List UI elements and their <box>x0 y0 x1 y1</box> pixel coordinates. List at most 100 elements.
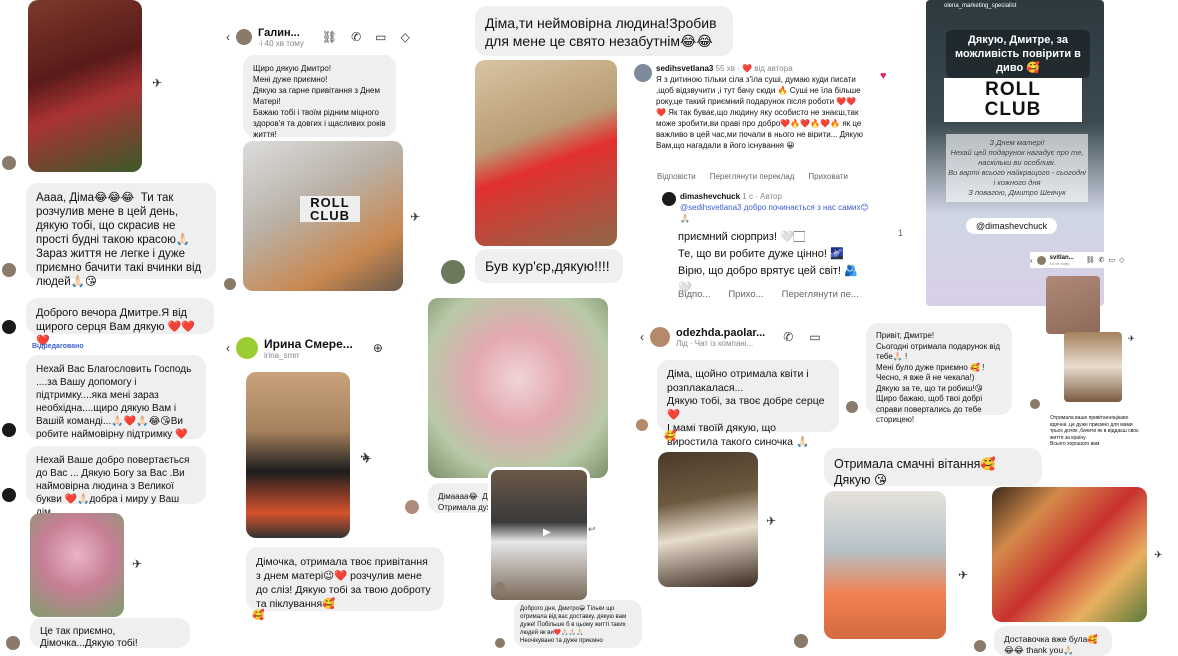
avatar <box>794 634 808 648</box>
link-icon[interactable]: ⛓ <box>1086 256 1095 264</box>
like-count: 1 <box>898 228 904 238</box>
avatar <box>495 582 505 592</box>
avatar <box>224 278 236 290</box>
avatar <box>2 423 16 437</box>
phone-icon[interactable]: ✆ <box>1099 256 1105 264</box>
message-bubble: Доставочка вже була🥰😂😂 thank you🙏🏻 <box>994 626 1112 656</box>
greeting-card: З Днем матері! Нехай цей подарунок нагад… <box>946 134 1088 202</box>
translate-link[interactable]: Переглянути пе... <box>782 289 859 300</box>
comment-meta: 1 с · Автор <box>742 192 782 201</box>
avatar <box>1036 255 1046 265</box>
avatar <box>662 192 676 206</box>
phone-icon[interactable]: ✆ <box>783 330 793 344</box>
send-icon[interactable]: ✈ <box>152 76 162 90</box>
avatar <box>636 419 648 431</box>
tag-icon[interactable]: ◇ <box>1119 256 1124 264</box>
contact-name: odezhda.paolar... <box>676 326 766 339</box>
send-icon[interactable]: ✈ <box>362 452 372 466</box>
chat-header: ‹ svitlan... 14 хв тому ⛓ ✆ ▭ ◇ <box>1030 252 1170 268</box>
avatar <box>2 320 16 334</box>
play-icon[interactable]: ▶ <box>543 527 551 538</box>
hide-link[interactable]: Приховати <box>808 172 848 181</box>
send-icon[interactable]: ✈ <box>1154 550 1162 561</box>
link-icon[interactable]: ⛓ <box>322 30 337 44</box>
reaction-emoji: 🥰 <box>252 610 265 621</box>
send-icon[interactable]: ✈ <box>766 514 776 528</box>
message-bubble: Аааа, Діма😂😂😂 Ти так розчулив мене в цей… <box>26 183 216 288</box>
reply-link[interactable]: Відповісти <box>657 172 696 181</box>
send-icon[interactable]: ✈ <box>1128 334 1135 343</box>
avatar <box>846 401 858 413</box>
back-arrow-icon[interactable]: ‹ <box>226 341 230 355</box>
message-bubble: Дімочка, отримала твоє привітання з днем… <box>246 547 444 611</box>
flowers-photo <box>28 0 142 172</box>
sushi-set-photo <box>992 487 1147 622</box>
send-icon[interactable]: ✈ <box>410 210 420 224</box>
avatar <box>1030 399 1040 409</box>
back-arrow-icon[interactable]: ‹ <box>226 30 230 44</box>
peony-bouquet-photo <box>30 513 124 617</box>
comment-meta: 55 хв · ❤️ від автора <box>715 64 793 73</box>
reply-link[interactable]: Відпо... <box>678 289 710 300</box>
chat-header: ‹ odezhda.paolar... Лід · Чат із компані… <box>640 323 840 351</box>
box-photo <box>1046 276 1100 334</box>
avatar <box>2 488 16 502</box>
avatar <box>650 327 670 347</box>
comment-mention: @sedihsvetlana3 добро починається з нас … <box>680 203 869 223</box>
send-icon[interactable]: ✈ <box>132 557 142 571</box>
video-icon[interactable]: ▭ <box>1108 256 1115 264</box>
reply-icon[interactable]: ↩ <box>588 524 596 535</box>
reaction-emoji: 🥰 <box>664 431 677 442</box>
avatar <box>441 260 465 284</box>
avatar <box>974 640 986 652</box>
story-username: olena_marketing_specialist <box>944 3 1017 9</box>
video-icon[interactable]: ▭ <box>809 330 820 344</box>
roll-club-logo: ROLL CLUB <box>300 196 360 222</box>
contact-name: Галин... <box>258 26 300 39</box>
woman-flowers-photo <box>658 452 758 587</box>
add-person-icon[interactable]: ⊕ <box>373 341 383 355</box>
message-bubble: Доброго вечора Дмитре.Я від щирого серця… <box>26 298 214 347</box>
roll-club-logo: ROLL CLUB <box>944 78 1082 122</box>
avatar <box>2 156 16 170</box>
comment-username[interactable]: sedihsvetlana3 <box>656 64 713 73</box>
comment: sedihsvetlana3 55 хв · ❤️ від автора Я з… <box>656 63 864 151</box>
phone-icon[interactable]: ✆ <box>351 30 361 44</box>
message-bubble: Отримала ваше привітанняцікаво вдячна ,ц… <box>1050 415 1139 447</box>
message-bubble: Доброго дня, Дмитро😀 Тільки що отримала … <box>514 600 642 648</box>
message-bubble: Нехай Ваше добро повертається до Вас ...… <box>26 446 206 518</box>
story-mention-tag[interactable]: @dimashevchuck <box>966 218 1058 234</box>
avatar <box>2 263 16 277</box>
heart-icon[interactable]: ♥ <box>880 70 887 82</box>
roses-bouquet-photo <box>428 298 608 478</box>
message-bubble: Був кур'єр,дякую!!!! <box>475 249 623 283</box>
chat-status: Лід · Чат із компані... <box>676 338 754 348</box>
send-icon[interactable]: ✈ <box>958 568 968 582</box>
video-icon[interactable]: ▭ <box>375 30 386 44</box>
avatar <box>634 64 652 82</box>
comment-text: Я з дитиною тільки сіла з'їла суші, дума… <box>656 75 863 150</box>
username: irina_smrr <box>264 350 300 360</box>
message-bubble: Це так приємно, Дімочка...Дякую тобі! <box>30 618 190 649</box>
tag-icon[interactable]: ◇ <box>401 30 410 44</box>
back-arrow-icon[interactable]: ‹ <box>1030 256 1033 265</box>
message-bubble: Щиро дякую Дмитро! Мені дуже приємно! Дя… <box>243 55 396 139</box>
message-bubble: Отримала смачні вітання🥰 Дякую 😘 <box>824 448 1042 487</box>
last-seen: ·і 40 хв тому <box>258 38 304 48</box>
hide-link[interactable]: Прихо... <box>728 289 763 300</box>
message-bubble: Нехай Вас Благословить Господь ....за Ва… <box>26 355 206 440</box>
avatar <box>236 337 258 359</box>
message-bubble: Діма, щойно отримала квіти і розплакалас… <box>657 360 839 448</box>
comment-actions: Відповісти Переглянути переклад Приховат… <box>657 172 848 181</box>
avatar <box>405 500 419 514</box>
avatar <box>236 29 252 45</box>
translate-link[interactable]: Переглянути переклад <box>710 172 795 181</box>
letter-sushi-photo <box>246 372 350 538</box>
message-bubble: Діма,ти неймовірна людина!Зробив для мен… <box>475 6 733 56</box>
chat-header: ‹ Ирина Смере... irina_smrr ⊕ <box>226 332 424 364</box>
contact-name: Ирина Смере... <box>264 336 353 351</box>
story-caption: Дякую, Дмитре, за можливість повірити в … <box>946 30 1090 78</box>
edited-label: Відредаговано <box>32 343 84 350</box>
back-arrow-icon[interactable]: ‹ <box>640 330 644 344</box>
comment-username[interactable]: dimashevchuck <box>680 192 740 201</box>
